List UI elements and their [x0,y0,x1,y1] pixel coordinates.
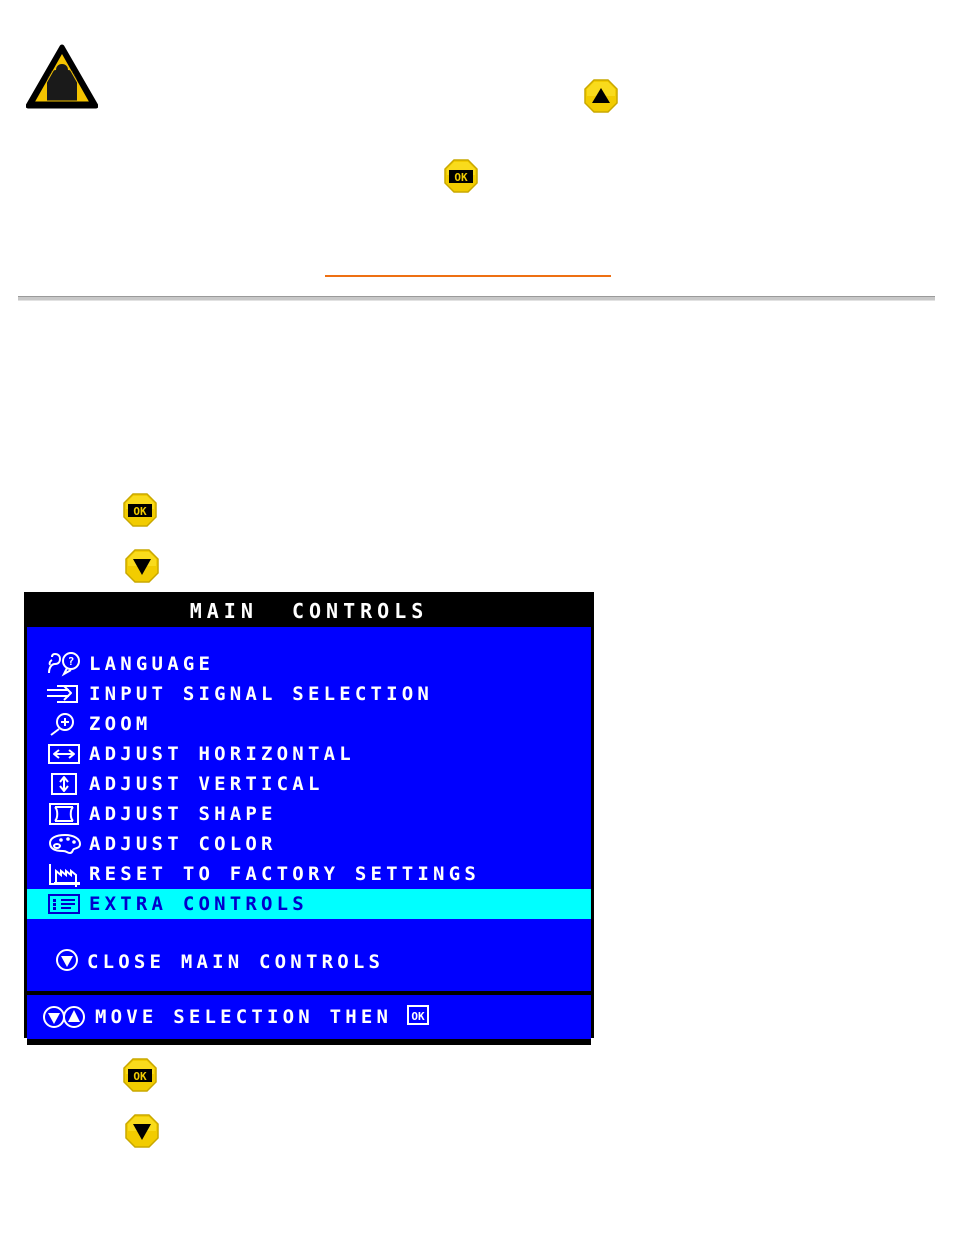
osd-item-label: RESET TO FACTORY SETTINGS [89,862,480,885]
warning-triangle-icon [26,44,98,110]
osd-item-adjust-color[interactable]: ADJUST COLOR [27,829,591,859]
svg-text:OK: OK [454,171,468,184]
svg-text:OK: OK [133,1070,147,1083]
osd-close-main-controls[interactable]: CLOSE MAIN CONTROLS [27,945,591,979]
osd-item-adjust-vertical[interactable]: ADJUST VERTICAL [27,769,591,799]
osd-item-label: EXTRA CONTROLS [89,892,308,915]
svg-text:OK: OK [412,1010,426,1023]
osd-item-label: ADJUST SHAPE [89,802,277,825]
osd-item-reset-to-factory-settings[interactable]: RESET TO FACTORY SETTINGS [27,859,591,889]
osd-item-label: ZOOM [89,712,152,735]
ok-button[interactable]: OK [122,492,158,528]
osd-item-zoom[interactable]: ZOOM [27,709,591,739]
ok-button[interactable]: OK [122,1057,158,1093]
factory-reset-icon [43,861,89,887]
adjust-color-icon [43,831,89,857]
adjust-shape-icon [43,801,89,827]
osd-item-input-signal-selection[interactable]: INPUT SIGNAL SELECTION [27,679,591,709]
adjust-horizontal-icon [43,741,89,767]
osd-footer: MOVE SELECTION THEN OK [27,995,591,1039]
osd-menu-list: ? LANGUAGE INPUT SIGNAL SELECTION ZOOM A… [27,627,591,979]
osd-close-label: CLOSE MAIN CONTROLS [87,950,385,973]
up-arrow-button[interactable] [583,78,619,114]
osd-item-extra-controls[interactable]: EXTRA CONTROLS [27,889,591,919]
ok-button[interactable]: OK [443,158,479,194]
down-arrow-circle-icon [53,947,87,977]
svg-text:?: ? [68,655,75,668]
osd-item-label: ADJUST VERTICAL [89,772,324,795]
link-underline[interactable] [325,264,611,277]
osd-bottom-edge [27,1039,591,1045]
osd-footer-label: MOVE SELECTION THEN [95,1005,393,1028]
osd-item-label: ADJUST HORIZONTAL [89,742,355,765]
osd-main-controls-menu: MAIN CONTROLS ? LANGUAGE INPUT SIGNAL SE… [24,592,594,1045]
osd-item-label: LANGUAGE [89,652,215,675]
ok-glyph-icon: OK [406,1004,430,1030]
svg-text:OK: OK [133,505,147,518]
down-up-arrow-circle-icons [41,1004,95,1030]
down-arrow-button[interactable] [124,1113,160,1149]
extra-controls-icon [43,891,89,917]
osd-item-adjust-shape[interactable]: ADJUST SHAPE [27,799,591,829]
osd-item-label: ADJUST COLOR [89,832,277,855]
down-arrow-button[interactable] [124,548,160,584]
zoom-icon [43,711,89,737]
osd-item-language[interactable]: ? LANGUAGE [27,649,591,679]
adjust-vertical-icon [43,771,89,797]
input-signal-icon [43,681,89,707]
osd-title: MAIN CONTROLS [27,595,591,627]
osd-item-adjust-horizontal[interactable]: ADJUST HORIZONTAL [27,739,591,769]
page-divider [18,296,935,301]
osd-spacer [27,919,591,945]
language-icon: ? [43,651,89,677]
osd-item-label: INPUT SIGNAL SELECTION [89,682,434,705]
